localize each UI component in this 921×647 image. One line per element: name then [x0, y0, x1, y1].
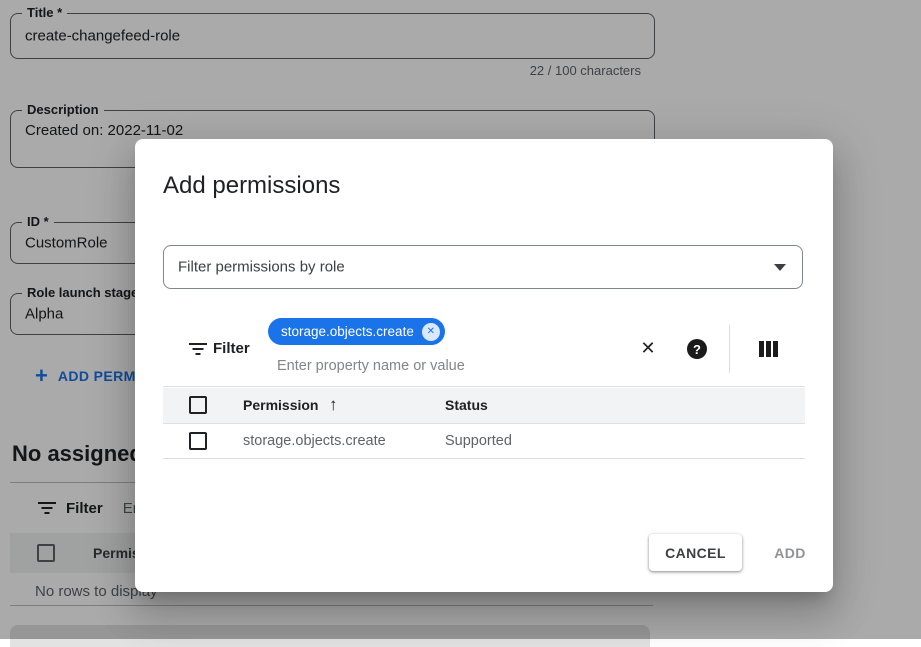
add-permissions-dialog: Add permissions Filter permissions by ro… [135, 139, 833, 592]
filter-chip-label: storage.objects.create [281, 324, 414, 339]
filter-chip[interactable]: storage.objects.create ✕ [268, 318, 445, 345]
help-icon[interactable]: ? [687, 339, 707, 359]
sort-ascending-icon[interactable]: ↑ [329, 395, 338, 415]
filter-label: Filter [213, 340, 250, 357]
filter-icon [189, 343, 207, 355]
filter-input[interactable] [275, 357, 529, 375]
select-all-checkbox[interactable] [189, 396, 207, 414]
filter-permissions-by-role-dropdown[interactable]: Filter permissions by role [163, 245, 803, 289]
permission-table-row[interactable]: storage.objects.create Supported [163, 425, 805, 459]
dialog-title: Add permissions [163, 172, 340, 200]
row-checkbox[interactable] [189, 432, 207, 450]
dropdown-arrow-icon [774, 264, 786, 271]
permissions-filter-toolbar: Filter storage.objects.create ✕ ✕ ? [163, 311, 805, 387]
role-dropdown-placeholder: Filter permissions by role [178, 259, 345, 276]
permission-column-header[interactable]: Permission [243, 397, 318, 413]
toolbar-divider [729, 325, 730, 373]
cancel-button[interactable]: CANCEL [649, 534, 742, 571]
clear-filters-icon[interactable]: ✕ [636, 336, 660, 360]
permissions-table-header: Permission ↑ Status [163, 388, 805, 424]
status-cell: Supported [445, 433, 512, 449]
column-display-icon[interactable] [759, 341, 778, 357]
add-button[interactable]: ADD [765, 534, 815, 571]
status-column-header[interactable]: Status [445, 397, 488, 413]
permission-cell: storage.objects.create [243, 433, 386, 449]
chip-remove-icon[interactable]: ✕ [422, 323, 440, 341]
